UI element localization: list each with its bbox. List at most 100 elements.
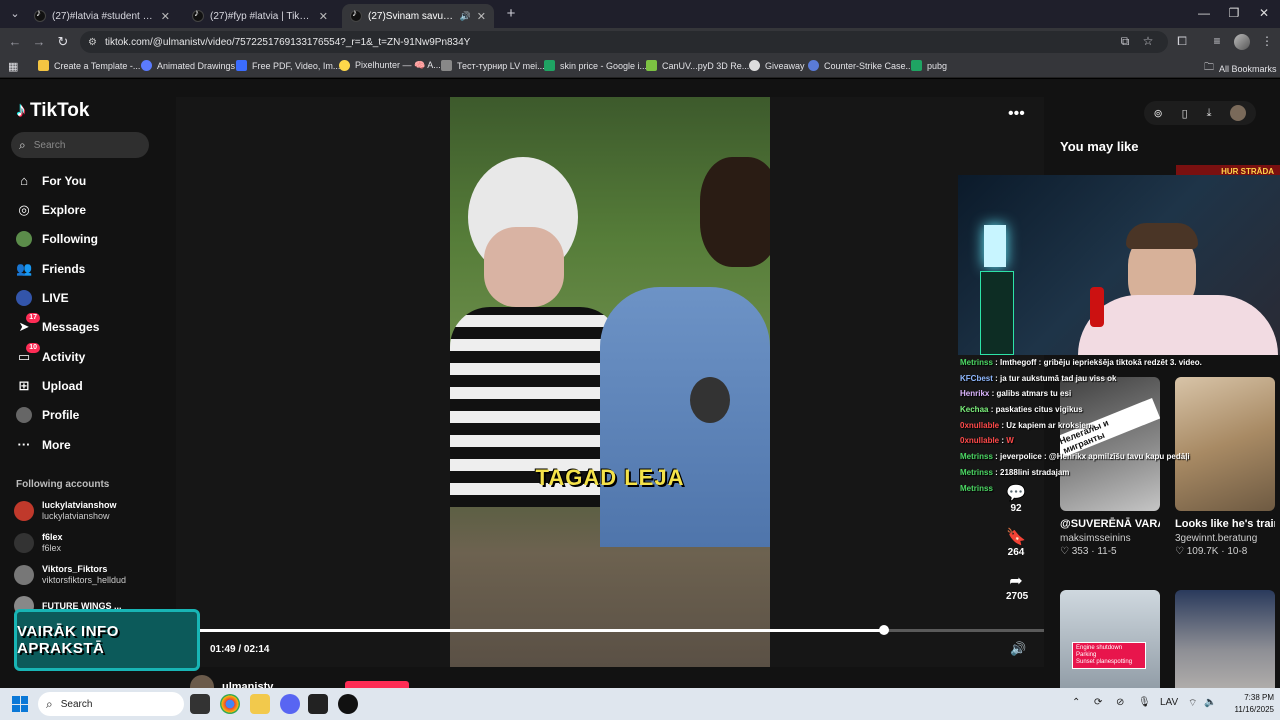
video-player[interactable]: TAGAD LEJA ••• 💬 92 🔖 264 ➦ 2705 01:49 / 02… (176, 97, 1044, 667)
bookmark-item[interactable]: skin price - Google i... (544, 60, 647, 71)
apps-grid-icon[interactable]: ▦ (8, 60, 18, 73)
windows-start-icon[interactable] (12, 696, 28, 712)
close-tab-icon[interactable]: ✕ (477, 10, 486, 23)
nav-following[interactable]: Following (16, 231, 98, 247)
extensions-icon[interactable]: ⧠ (1173, 34, 1191, 49)
speaker-icon[interactable]: 🔈 (1204, 697, 1216, 708)
wifi-icon[interactable]: ⌔ (1188, 697, 1197, 710)
bookmark-item[interactable]: Тест-турнир LV mei... (441, 60, 545, 71)
profile-avatar-icon (16, 407, 32, 423)
video-frame[interactable]: TAGAD LEJA (450, 97, 770, 667)
system-clock[interactable]: 7:38 PM 11/16/2025 (1224, 692, 1274, 716)
close-tab-icon[interactable]: ✕ (161, 10, 170, 23)
minimize-button[interactable]: — (1194, 6, 1214, 20)
download-icon[interactable]: ⤓ (1207, 107, 1212, 120)
nav-activity[interactable]: ▭ 10 Activity (16, 343, 85, 365)
bookmark-item[interactable]: CanUV...pyD 3D Re... (646, 60, 749, 71)
microphone-shape (690, 377, 730, 423)
search-icon: ⌕ (46, 696, 53, 711)
back-arrow-icon[interactable]: ← (6, 34, 24, 49)
tab-2[interactable]: (27)#fyp #latvia | TikTok ✕ (184, 4, 336, 28)
share-action[interactable]: ➦ 2705 (1006, 571, 1028, 602)
new-tab-button[interactable]: + (502, 5, 520, 23)
maximize-button[interactable]: ❐ (1224, 6, 1244, 20)
bookmark-item[interactable]: Counter-Strike Case... (808, 60, 913, 71)
nav-more[interactable]: ··· More (16, 437, 71, 453)
taskbar-search[interactable]: ⌕ Search (38, 692, 184, 716)
close-tab-icon[interactable]: ✕ (319, 10, 328, 23)
following-account[interactable]: Viktors_Fiktors viktorsfiktors_helldud (14, 564, 126, 586)
reload-icon[interactable]: ↻ (54, 34, 72, 50)
tab-1[interactable]: (27)#latvia #student #srilankat ✕ (26, 4, 178, 28)
tab-3-active[interactable]: (27)Svinam savus svētkus u 🔊 ✕ (342, 4, 494, 28)
meta-icon (141, 60, 152, 71)
device-icon[interactable]: ▯ (1182, 107, 1188, 120)
video-thumbnail[interactable]: Engine shutdown Parking Sunset planespot… (1060, 590, 1160, 688)
obs-icon[interactable] (338, 694, 358, 714)
discord-icon[interactable] (280, 694, 300, 714)
bookmark-item[interactable]: Free PDF, Video, Im... (236, 60, 340, 71)
chat-message: Metrinss : Imthegoff : gribēju iepriekšē… (960, 358, 1202, 367)
tiktok-page: ♪ TikTok ⌕ Search ⌂ For You ◎ Explore Foll… (0, 79, 1280, 688)
steam-icon[interactable] (308, 694, 328, 714)
user-avatar[interactable] (1230, 105, 1247, 121)
tiktok-logo[interactable]: ♪ TikTok (16, 99, 89, 122)
bookmark-item[interactable]: Pixelhunter — 🧠 A... (339, 60, 441, 71)
video-progress-bar[interactable] (200, 625, 1044, 635)
tray-app-icon[interactable]: ⟳ (1094, 697, 1102, 708)
streamer-hoodie-shape (1078, 295, 1278, 355)
chrome-icon[interactable] (220, 694, 240, 714)
home-icon: ⌂ (20, 173, 28, 188)
site-info-icon[interactable]: ⚙ (88, 37, 97, 48)
nav-upload[interactable]: ⊞ Upload (16, 378, 83, 394)
all-bookmarks[interactable]: 🗀 All Bookmarks (1204, 60, 1277, 77)
bookmark-item[interactable]: Create a Template -... (38, 60, 140, 71)
tray-chevron-icon[interactable]: ⌃ (1072, 697, 1080, 708)
follow-button[interactable] (345, 681, 409, 688)
author-avatar[interactable] (190, 675, 214, 688)
file-explorer-icon[interactable] (250, 694, 270, 714)
nav-profile[interactable]: Profile (16, 407, 79, 423)
recommended-video[interactable] (1175, 590, 1275, 688)
bookmark-item[interactable]: pubg (911, 60, 947, 71)
nav-messages[interactable]: ➤ 17 Messages (16, 313, 99, 335)
chat-message: KFCbest : ja tur aukstumā tad jau viss o… (960, 373, 1117, 383)
folder-icon: 🗀 (1204, 62, 1214, 73)
recommended-video[interactable]: Engine shutdown Parking Sunset planespot… (1060, 590, 1160, 688)
denim-jacket-shape (600, 287, 770, 547)
live-icon (16, 290, 32, 306)
video-thumbnail[interactable] (1175, 590, 1275, 688)
search-input[interactable]: ⌕ Search (11, 132, 149, 158)
coin-icon[interactable]: ⊚ (1153, 107, 1162, 120)
speaker-icon[interactable]: 🔊 (460, 11, 471, 22)
language-indicator[interactable]: LAV (1160, 697, 1178, 708)
bookmark-star-icon[interactable]: ☆ (1139, 34, 1157, 48)
more-options-icon[interactable]: ••• (1008, 105, 1025, 123)
close-window-button[interactable]: ✕ (1254, 6, 1274, 20)
author-name[interactable]: ulmanistv (222, 681, 273, 688)
tab-search-button[interactable]: ⌄ (6, 5, 24, 23)
save-action[interactable]: 🔖 264 (1006, 527, 1026, 558)
microphone-icon[interactable]: 🎙 (1138, 697, 1151, 708)
nav-friends[interactable]: 👥 Friends (16, 261, 85, 277)
bookmark-item[interactable]: Animated Drawings (141, 60, 235, 71)
forward-arrow-icon[interactable]: → (30, 34, 48, 49)
nav-for-you[interactable]: ⌂ For You (16, 173, 86, 189)
avatar (14, 565, 34, 585)
nav-explore[interactable]: ◎ Explore (16, 202, 86, 218)
cast-icon[interactable]: ⧉ (1116, 34, 1134, 49)
progress-knob[interactable] (878, 625, 889, 635)
menu-kebab-icon[interactable]: ⋮ (1258, 34, 1276, 48)
task-view-icon[interactable] (190, 694, 210, 714)
following-account[interactable]: f6lex f6lex (14, 532, 63, 554)
author-strip[interactable]: ulmanistv (190, 675, 273, 688)
search-icon: ⌕ (19, 137, 26, 152)
volume-icon[interactable]: 🔊 (1010, 641, 1026, 657)
tray-network-icon[interactable]: ⊘ (1116, 697, 1124, 708)
profile-avatar[interactable] (1234, 34, 1250, 50)
reading-list-icon[interactable]: ≡ (1208, 34, 1226, 48)
following-account[interactable]: luckylatvianshow luckylatvianshow (14, 500, 117, 522)
nav-live[interactable]: LIVE (16, 290, 69, 306)
address-bar[interactable]: ⚙ tiktok.com/@ulmanistv/video/7572251769… (80, 31, 1168, 53)
bookmark-item[interactable]: Giveaway (749, 60, 805, 71)
